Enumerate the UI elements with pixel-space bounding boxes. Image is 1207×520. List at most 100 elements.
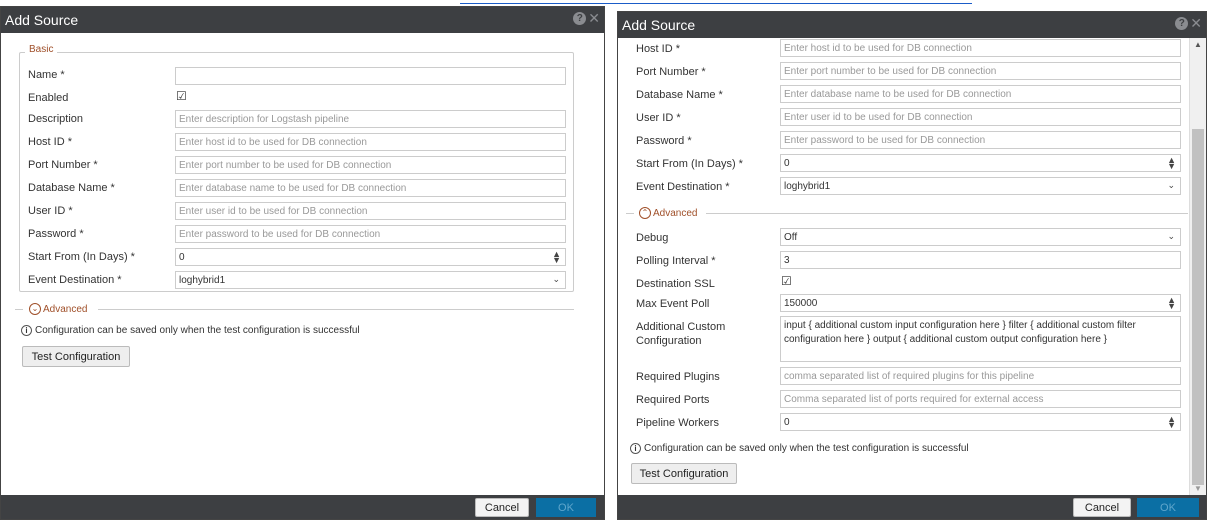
scroll-up-icon[interactable]: ▲: [1190, 40, 1206, 49]
database-name-label: Database Name *: [636, 89, 723, 101]
user-id-input[interactable]: Enter user id to be used for DB connecti…: [780, 108, 1181, 126]
event-destination-value: loghybrid1: [179, 274, 226, 286]
description-input[interactable]: Enter description for Logstash pipeline: [175, 110, 566, 128]
advanced-toggle[interactable]: ⌄ Advanced: [25, 303, 92, 315]
event-destination-label: Event Destination *: [636, 181, 730, 193]
password-label: Password *: [28, 228, 84, 240]
event-destination-label: Event Destination *: [28, 274, 122, 286]
event-destination-value: loghybrid1: [784, 180, 831, 192]
dialog-title: Add Source: [5, 12, 79, 28]
info-text: Configuration can be saved only when the…: [35, 325, 360, 336]
event-destination-select[interactable]: loghybrid1 ⌄: [780, 177, 1181, 195]
start-from-stepper[interactable]: 0 ▲ ▼: [780, 154, 1181, 172]
pipeline-workers-value: 0: [784, 416, 790, 428]
advanced-legend: Advanced: [43, 303, 88, 315]
max-event-poll-stepper[interactable]: 150000 ▲ ▼: [780, 294, 1181, 312]
advanced-rule-right: [706, 213, 1188, 214]
host-id-input[interactable]: Enter host id to be used for DB connecti…: [175, 133, 566, 151]
test-configuration-button[interactable]: Test Configuration: [22, 346, 130, 367]
close-icon[interactable]: ✕: [1190, 16, 1202, 30]
help-icon[interactable]: ?: [573, 12, 587, 25]
add-source-dialog-left: Add Source ? ✕ Basic Name * Enabled ☑ De…: [0, 6, 605, 520]
info-message: i Configuration can be saved only when t…: [21, 325, 360, 336]
max-event-poll-label: Max Event Poll: [636, 298, 710, 310]
enabled-label: Enabled: [28, 92, 69, 104]
name-label: Name *: [28, 69, 65, 81]
spinner-icon[interactable]: ▲ ▼: [1167, 415, 1176, 430]
port-number-input[interactable]: Enter port number to be used for DB conn…: [780, 62, 1181, 80]
destination-ssl-label: Destination SSL: [636, 278, 715, 290]
host-id-input[interactable]: Enter host id to be used for DB connecti…: [780, 39, 1181, 57]
spinner-icon[interactable]: ▲ ▼: [1167, 156, 1176, 171]
chevron-up-icon: ⌃: [639, 207, 651, 219]
close-icon[interactable]: ✕: [588, 11, 600, 25]
info-message: i Configuration can be saved only when t…: [630, 443, 969, 454]
debug-select[interactable]: Off ⌄: [780, 228, 1181, 246]
pipeline-workers-stepper[interactable]: 0 ▲ ▼: [780, 413, 1181, 431]
password-label: Password *: [636, 135, 692, 147]
cancel-button[interactable]: Cancel: [475, 498, 529, 517]
start-from-stepper[interactable]: 0 ▲ ▼: [175, 248, 566, 266]
user-id-label: User ID *: [28, 205, 73, 217]
port-number-label: Port Number *: [636, 66, 706, 78]
destination-ssl-checkbox[interactable]: ☑: [781, 274, 792, 288]
required-ports-label: Required Ports: [636, 394, 710, 406]
host-id-label: Host ID *: [28, 136, 73, 148]
dialog-footer: Cancel OK: [1, 495, 604, 519]
dialog-footer: Cancel OK: [618, 495, 1206, 519]
basic-legend: Basic: [25, 44, 58, 55]
database-name-input[interactable]: Enter database name to be used for DB co…: [780, 85, 1181, 103]
debug-label: Debug: [636, 232, 669, 244]
advanced-rule-left: [626, 213, 634, 214]
vertical-scrollbar[interactable]: ▲ ▼: [1189, 38, 1206, 495]
polling-interval-label: Polling Interval *: [636, 255, 716, 267]
advanced-rule-left: [15, 309, 23, 310]
pipeline-workers-label: Pipeline Workers: [636, 417, 719, 429]
advanced-toggle[interactable]: ⌃ Advanced: [635, 207, 702, 219]
dialog-title: Add Source: [622, 17, 696, 33]
start-from-label: Start From (In Days) *: [636, 158, 743, 170]
advanced-rule-right: [98, 309, 574, 310]
chevron-down-icon: ⌄: [29, 303, 41, 315]
spinner-icon[interactable]: ▲ ▼: [552, 250, 561, 265]
start-from-value: 0: [784, 157, 790, 169]
start-from-value: 0: [179, 251, 185, 263]
dialog-titlebar: Add Source ? ✕: [618, 12, 1206, 38]
max-event-poll-value: 150000: [784, 297, 818, 309]
additional-custom-configuration-label: Additional Custom Configuration: [636, 321, 726, 347]
scroll-down-icon[interactable]: ▼: [1190, 484, 1206, 493]
cancel-button[interactable]: Cancel: [1073, 498, 1131, 517]
info-icon: i: [630, 443, 641, 454]
description-label: Description: [28, 113, 84, 125]
required-plugins-label: Required Plugins: [636, 371, 720, 383]
debug-value: Off: [784, 231, 798, 243]
chevron-down-icon: ⌄: [1167, 231, 1175, 241]
name-input[interactable]: [175, 67, 566, 85]
port-number-input[interactable]: Enter port number to be used for DB conn…: [175, 156, 566, 174]
ok-button[interactable]: OK: [536, 498, 596, 517]
enabled-checkbox[interactable]: ☑: [176, 89, 187, 103]
database-name-label: Database Name *: [28, 182, 115, 194]
polling-interval-input[interactable]: 3: [780, 251, 1181, 269]
spinner-icon[interactable]: ▲ ▼: [1167, 296, 1176, 311]
password-input[interactable]: Enter password to be used for DB connect…: [780, 131, 1181, 149]
port-number-label: Port Number *: [28, 159, 98, 171]
test-configuration-button[interactable]: Test Configuration: [631, 463, 737, 484]
add-source-dialog-right: Add Source ? ✕ Host ID * Enter host id t…: [617, 11, 1207, 520]
help-icon[interactable]: ?: [1175, 17, 1189, 30]
event-destination-select[interactable]: loghybrid1 ⌄: [175, 271, 566, 289]
user-id-label: User ID *: [636, 112, 681, 124]
host-id-label: Host ID *: [636, 43, 681, 55]
required-plugins-input[interactable]: comma separated list of required plugins…: [780, 367, 1181, 385]
ok-button[interactable]: OK: [1137, 498, 1199, 517]
user-id-input[interactable]: Enter user id to be used for DB connecti…: [175, 202, 566, 220]
required-ports-input[interactable]: Comma separated list of ports required f…: [780, 390, 1181, 408]
dialog-titlebar: Add Source ? ✕: [1, 7, 604, 33]
password-input[interactable]: Enter password to be used for DB connect…: [175, 225, 566, 243]
database-name-input[interactable]: Enter database name to be used for DB co…: [175, 179, 566, 197]
chevron-down-icon: ⌄: [552, 274, 560, 284]
scroll-thumb[interactable]: [1192, 129, 1204, 485]
additional-custom-configuration-textarea[interactable]: input { additional custom input configur…: [780, 316, 1181, 362]
info-icon: i: [21, 325, 32, 336]
info-text: Configuration can be saved only when the…: [644, 443, 969, 454]
